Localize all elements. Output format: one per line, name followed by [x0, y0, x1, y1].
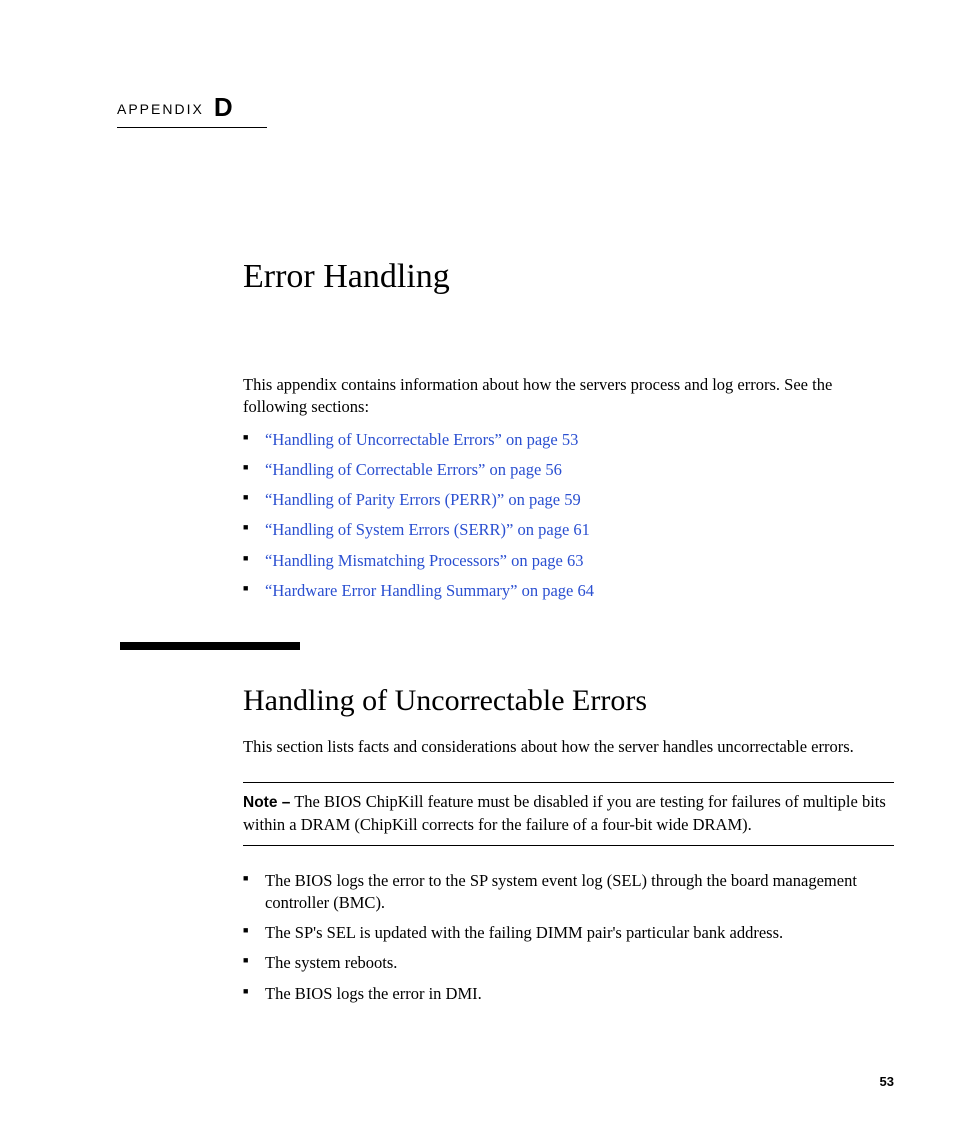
list-item: “Hardware Error Handling Summary” on pag… — [243, 580, 894, 602]
note-box: Note – The BIOS ChipKill feature must be… — [243, 782, 894, 845]
xref-link[interactable]: “Hardware Error Handling Summary” on pag… — [265, 581, 594, 600]
note-label: Note – — [243, 794, 290, 811]
xref-link[interactable]: “Handling of Parity Errors (PERR)” on pa… — [265, 490, 581, 509]
cross-reference-list: “Handling of Uncorrectable Errors” on pa… — [243, 429, 894, 603]
xref-link[interactable]: “Handling of Correctable Errors” on page… — [265, 460, 562, 479]
page-number: 53 — [880, 1074, 894, 1089]
xref-link[interactable]: “Handling Mismatching Processors” on pag… — [265, 551, 583, 570]
list-item: “Handling Mismatching Processors” on pag… — [243, 550, 894, 572]
chapter-title: Error Handling — [243, 258, 894, 296]
xref-link[interactable]: “Handling of System Errors (SERR)” on pa… — [265, 520, 590, 539]
list-item: “Handling of Parity Errors (PERR)” on pa… — [243, 489, 894, 511]
appendix-header: APPENDIX D — [117, 92, 267, 128]
section-intro: This section lists facts and considerati… — [243, 736, 894, 758]
list-item: The BIOS logs the error to the SP system… — [243, 870, 894, 915]
section-divider-rule — [120, 642, 300, 650]
xref-link[interactable]: “Handling of Uncorrectable Errors” on pa… — [265, 430, 578, 449]
appendix-label: APPENDIX — [117, 101, 204, 117]
list-item: “Handling of System Errors (SERR)” on pa… — [243, 519, 894, 541]
note-body: The BIOS ChipKill feature must be disabl… — [243, 792, 886, 834]
list-item: The system reboots. — [243, 952, 894, 974]
intro-paragraph: This appendix contains information about… — [243, 374, 894, 419]
list-item: The SP's SEL is updated with the failing… — [243, 922, 894, 944]
list-item: “Handling of Correctable Errors” on page… — [243, 459, 894, 481]
appendix-letter: D — [214, 92, 233, 122]
section-title: Handling of Uncorrectable Errors — [243, 684, 894, 718]
fact-list: The BIOS logs the error to the SP system… — [243, 870, 894, 1005]
list-item: “Handling of Uncorrectable Errors” on pa… — [243, 429, 894, 451]
list-item: The BIOS logs the error in DMI. — [243, 983, 894, 1005]
